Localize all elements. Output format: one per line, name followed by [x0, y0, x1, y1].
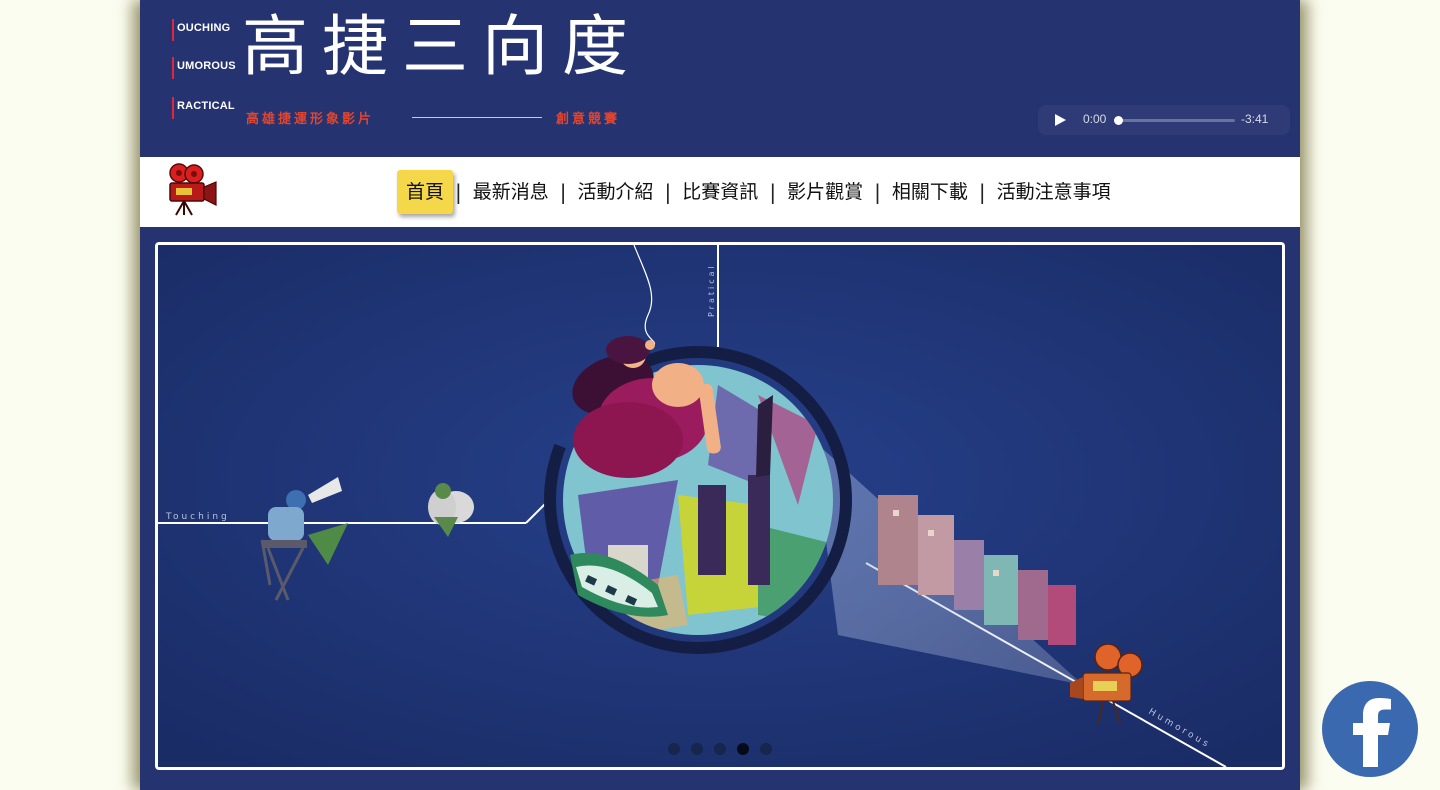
audio-seek-handle[interactable]	[1114, 116, 1123, 125]
nav-item-videos[interactable]: 影片觀賞	[778, 170, 872, 214]
slider-dot[interactable]	[691, 743, 703, 755]
logo-subtitle: 高雄捷運形象影片	[246, 112, 375, 127]
audio-player: 0:00 -3:41	[1038, 105, 1290, 135]
facebook-icon[interactable]	[1322, 681, 1418, 777]
hero-slider[interactable]: Touching Pratical Humorous	[155, 242, 1285, 770]
slider-dot[interactable]	[668, 743, 680, 755]
play-icon[interactable]	[1055, 114, 1066, 126]
logo-word-humorous: UMOROUS	[172, 57, 236, 79]
nav-item-about[interactable]: 活動介紹	[569, 170, 663, 214]
nav-separator: |	[978, 180, 986, 204]
site-logo[interactable]: OUCHING UMOROUS RACTICAL 高捷三向度 高雄捷運形象影片 …	[172, 14, 642, 128]
logo-word-practical: RACTICAL	[172, 97, 235, 119]
site-header: OUCHING UMOROUS RACTICAL 高捷三向度 高雄捷運形象影片 …	[140, 0, 1300, 157]
audio-seek-bar[interactable]	[1118, 119, 1235, 122]
nav-item-contest-info[interactable]: 比賽資訊	[673, 170, 767, 214]
slider-dot[interactable]	[714, 743, 726, 755]
label-touching: Touching	[165, 512, 230, 522]
slider-dot[interactable]	[760, 743, 772, 755]
audio-remaining-time: -3:41	[1241, 112, 1269, 126]
nav-separator: |	[455, 180, 462, 204]
logo-subtitle-2: 創意競賽	[556, 112, 621, 127]
nav-separator: |	[559, 180, 567, 204]
slider-dot-active[interactable]	[737, 743, 749, 755]
nav-separator: |	[874, 180, 881, 204]
film-camera-icon[interactable]	[164, 161, 220, 217]
logo-divider	[412, 117, 542, 118]
hero-illustration: Touching Pratical Humorous	[158, 245, 1282, 767]
nav-item-notices[interactable]: 活動注意事項	[988, 170, 1120, 214]
main-nav: 首頁 | 最新消息 | 活動介紹 | 比賽資訊 | 影片觀賞 | 相關下載 | …	[140, 157, 1300, 227]
nav-separator: |	[664, 180, 672, 204]
nav-separator: |	[769, 180, 777, 204]
logo-title: 高捷三向度	[242, 8, 642, 85]
nav-item-downloads[interactable]: 相關下載	[883, 170, 977, 214]
audio-current-time: 0:00	[1083, 112, 1107, 126]
nav-item-home[interactable]: 首頁	[397, 170, 454, 214]
label-pratical: Pratical	[707, 263, 716, 317]
nav-menu: 首頁 | 最新消息 | 活動介紹 | 比賽資訊 | 影片觀賞 | 相關下載 | …	[397, 170, 1120, 214]
nav-item-news[interactable]: 最新消息	[464, 170, 558, 214]
page-container: OUCHING UMOROUS RACTICAL 高捷三向度 高雄捷運形象影片 …	[140, 0, 1300, 790]
slider-pagination	[668, 743, 772, 755]
logo-word-touching: OUCHING	[172, 19, 230, 41]
